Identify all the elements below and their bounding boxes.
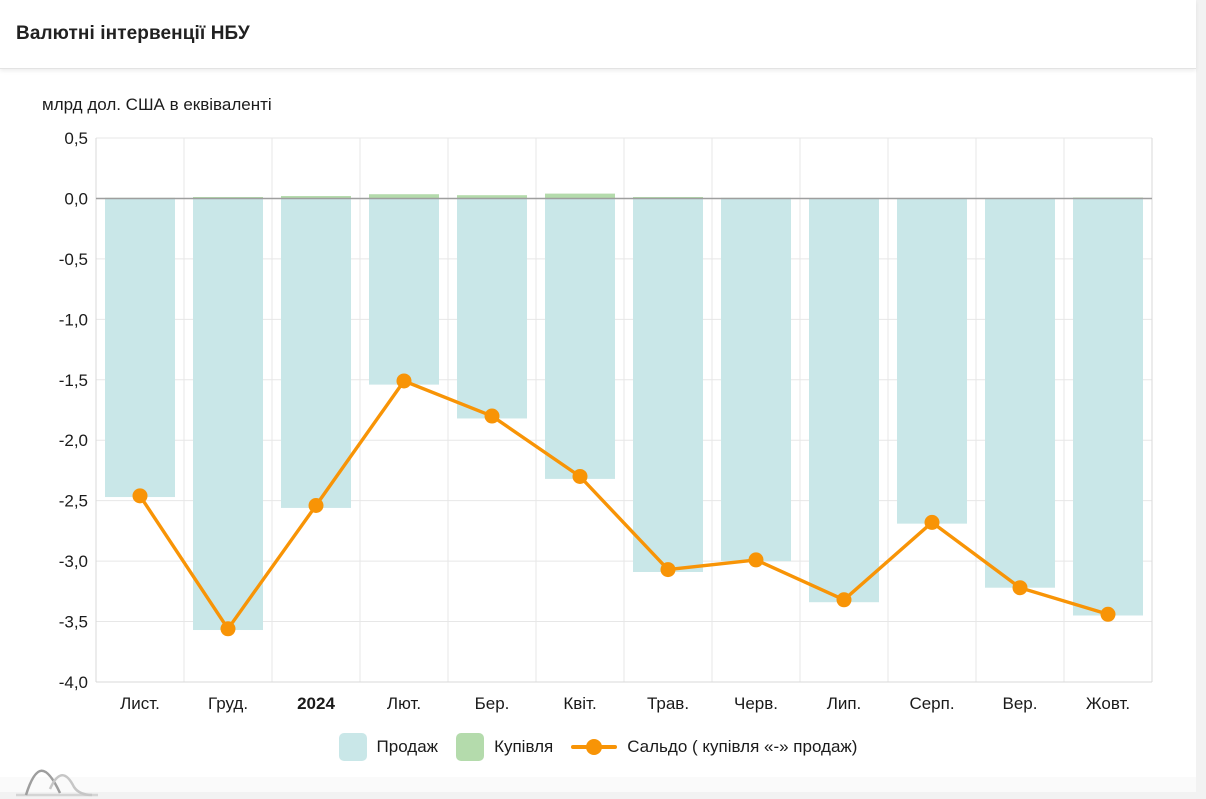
legend-label-purchase: Купівля xyxy=(494,737,553,757)
interventions-chart: 0,5 0,0 -0,5 -1,0 -1,5 -2,0 -2,5 -3,0 -3,5 -4,0 Ли… xyxy=(0,69,1196,719)
saldo-point[interactable] xyxy=(221,621,236,636)
bar-sale[interactable] xyxy=(721,198,791,561)
bar-sale[interactable] xyxy=(809,198,879,602)
x-tick-label: Бер. xyxy=(475,694,510,713)
bar-sale[interactable] xyxy=(193,198,263,630)
legend-label-sale: Продаж xyxy=(377,737,439,757)
page-title: Валютні інтервенції НБУ xyxy=(0,23,250,45)
page-bottom-strip xyxy=(0,777,1196,792)
x-tick-label: Черв. xyxy=(734,694,778,713)
y-tick-label: -1,5 xyxy=(59,371,88,390)
x-tick-label: Серп. xyxy=(909,694,954,713)
saldo-line-dot-icon xyxy=(571,733,617,761)
x-tick-label: Лист. xyxy=(120,694,160,713)
y-tick-label: -3,0 xyxy=(59,552,88,571)
bar-sale[interactable] xyxy=(457,198,527,418)
x-tick-label: Вер. xyxy=(1003,694,1038,713)
bar-sale[interactable] xyxy=(633,198,703,572)
y-tick-label: 0,0 xyxy=(64,189,88,208)
sale-swatch-icon xyxy=(339,733,367,761)
legend-item-saldo[interactable]: Сальдо ( купівля «-» продаж) xyxy=(571,733,857,761)
bar-sale[interactable] xyxy=(897,198,967,523)
legend-item-sale[interactable]: Продаж xyxy=(339,733,439,761)
purchase-swatch-icon xyxy=(456,733,484,761)
saldo-point[interactable] xyxy=(133,488,148,503)
y-tick-label: -1,0 xyxy=(59,310,88,329)
y-tick-label: -4,0 xyxy=(59,673,88,692)
x-tick-label: Лип. xyxy=(827,694,862,713)
y-tick-label: -2,0 xyxy=(59,431,88,450)
x-tick-label: Лют. xyxy=(387,694,421,713)
x-tick-label: Груд. xyxy=(208,694,248,713)
y-tick-label: -0,5 xyxy=(59,250,88,269)
x-tick-label: Трав. xyxy=(647,694,689,713)
saldo-point[interactable] xyxy=(485,409,500,424)
y-tick-label: 0,5 xyxy=(64,129,88,148)
x-tick-label: Квіт. xyxy=(563,694,596,713)
saldo-point[interactable] xyxy=(573,469,588,484)
bar-sale[interactable] xyxy=(985,198,1055,587)
page-header: Валютні інтервенції НБУ xyxy=(0,0,1196,69)
saldo-point[interactable] xyxy=(661,562,676,577)
saldo-point[interactable] xyxy=(925,515,940,530)
mountains-logo-icon xyxy=(14,757,110,799)
saldo-point[interactable] xyxy=(1101,607,1116,622)
y-tick-label: -3,5 xyxy=(59,613,88,632)
legend-label-saldo: Сальдо ( купівля «-» продаж) xyxy=(627,737,857,757)
bar-sale[interactable] xyxy=(1073,198,1143,615)
saldo-point[interactable] xyxy=(837,592,852,607)
saldo-point[interactable] xyxy=(309,498,324,513)
x-tick-label: 2024 xyxy=(297,694,335,713)
y-tick-label: -2,5 xyxy=(59,492,88,511)
legend-item-purchase[interactable]: Купівля xyxy=(456,733,553,761)
bar-sale[interactable] xyxy=(545,198,615,478)
chart-card: млрд дол. США в еквіваленті 0,50,0-0,5-1… xyxy=(0,69,1196,777)
saldo-point[interactable] xyxy=(1013,580,1028,595)
bar-sale[interactable] xyxy=(369,198,439,384)
bar-sale[interactable] xyxy=(281,198,351,507)
x-tick-label: Жовт. xyxy=(1086,694,1130,713)
saldo-point[interactable] xyxy=(749,552,764,567)
chart-legend: Продаж Купівля Сальдо ( купівля «-» прод… xyxy=(0,733,1196,761)
saldo-point[interactable] xyxy=(397,373,412,388)
bar-sale[interactable] xyxy=(105,198,175,497)
